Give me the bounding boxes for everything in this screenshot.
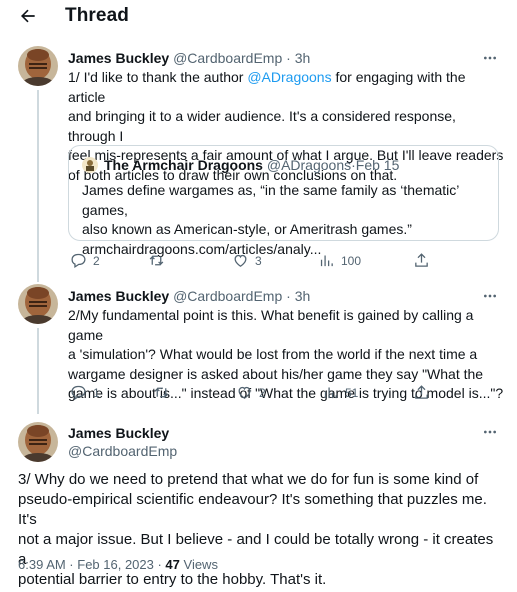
quote-text-line: also known as American-style, or Ameritr…	[82, 221, 412, 237]
tweet-actions: 1 2 51	[0, 384, 517, 404]
views-count: 100	[341, 253, 362, 268]
author-handle[interactable]: @CardboardEmp	[173, 50, 282, 66]
like-count: 2	[259, 385, 266, 400]
more-button[interactable]	[480, 286, 500, 306]
reply-button[interactable]: 2	[70, 252, 100, 269]
reply-button[interactable]: 1	[70, 384, 100, 401]
views-count: 51	[345, 385, 359, 400]
tweet-header: James Buckley @CardboardEmp	[68, 424, 177, 460]
tweet-text-line: 3/ Why do we need to pretend that what w…	[18, 471, 479, 488]
tweet-header: James Buckley @CardboardEmp · 3h	[68, 50, 310, 66]
back-arrow-icon	[21, 9, 35, 23]
thread-header: Thread	[0, 0, 517, 34]
tweet-text-line: wargame designer is asked about his/her …	[68, 365, 484, 382]
like-count: 3	[255, 253, 262, 268]
more-icon	[484, 294, 496, 298]
tweet-text-line: a 'simulation'? What would be lost from …	[68, 346, 478, 362]
reply-icon	[71, 253, 86, 269]
more-button[interactable]	[480, 422, 500, 442]
like-icon	[238, 386, 251, 399]
share-button[interactable]	[413, 252, 430, 269]
avatar[interactable]	[18, 422, 58, 462]
views-label: Views	[179, 557, 218, 572]
avatar-image	[18, 46, 58, 86]
quote-body: James define wargames as, “in the same f…	[82, 181, 492, 259]
retweet-button[interactable]	[148, 252, 171, 269]
share-button[interactable]	[413, 384, 430, 401]
tweet-text-segment: 1/ I'd like to thank the author	[68, 69, 248, 85]
reply-icon	[71, 385, 86, 401]
tweet-body: 3/ Why do we need to pretend that what w…	[18, 470, 502, 590]
share-icon	[415, 253, 428, 267]
avatar-image	[18, 284, 58, 324]
tweet-text-line: and bringing it to a wider audience. It'…	[68, 108, 456, 144]
quote-author-name: The Armchair Dragoons	[104, 157, 263, 173]
tweet-text-line: pseudo-empirical scientific endeavour? I…	[18, 491, 487, 528]
more-icon	[484, 430, 496, 434]
retweet-icon	[154, 387, 169, 398]
tweet-timestamp: 6:39 AM · Feb 16, 2023 · 47 Views	[18, 557, 218, 572]
like-button[interactable]: 3	[232, 252, 262, 269]
tweet-time[interactable]: 3h	[295, 50, 311, 66]
quote-date: Feb 15	[355, 157, 400, 173]
page-title: Thread	[65, 5, 129, 26]
share-icon	[415, 385, 428, 399]
author-name[interactable]: James Buckley	[68, 424, 177, 442]
avatar-image	[18, 422, 58, 462]
quoted-tweet[interactable]: The Armchair Dragoons @ADragoons · Feb 1…	[68, 145, 499, 257]
avatar[interactable]	[18, 46, 58, 86]
meta-separator: ·	[282, 288, 295, 304]
meta-separator: ·	[282, 50, 295, 66]
timestamp-text[interactable]: 6:39 AM · Feb 16, 2023 ·	[18, 557, 165, 572]
reply-count: 2	[93, 253, 100, 268]
back-button[interactable]	[16, 4, 40, 28]
retweet-button[interactable]	[153, 384, 176, 401]
quote-text-line: James define wargames as, “in the same f…	[82, 182, 459, 218]
quote-avatar	[82, 157, 98, 173]
like-icon	[234, 254, 247, 267]
quote-header: The Armchair Dragoons @ADragoons · Feb 1…	[82, 157, 399, 173]
more-icon	[484, 56, 496, 60]
tweet-time[interactable]: 3h	[295, 288, 311, 304]
quote-author-handle: @ADragoons	[266, 157, 352, 173]
tweet-text-line: 2/My fundamental point is this. What ben…	[68, 307, 474, 343]
author-name[interactable]: James Buckley	[68, 50, 169, 66]
retweet-icon	[149, 255, 164, 266]
more-button[interactable]	[480, 48, 500, 68]
author-name[interactable]: James Buckley	[68, 288, 169, 304]
tweet-actions: 2 3 100	[0, 252, 517, 272]
mention-link[interactable]: @ADragoons	[247, 69, 331, 85]
author-handle[interactable]: @CardboardEmp	[68, 442, 177, 460]
reply-count: 1	[93, 385, 100, 400]
views-button[interactable]: 100	[318, 252, 361, 269]
views-total: 47	[165, 557, 180, 572]
tweet-header: James Buckley @CardboardEmp · 3h	[68, 288, 310, 304]
avatar[interactable]	[18, 284, 58, 324]
views-icon	[320, 255, 333, 267]
tweet-text-line: potential barrier to entry to the hobby.…	[18, 571, 327, 588]
views-button[interactable]: 51	[322, 384, 358, 401]
author-handle[interactable]: @CardboardEmp	[173, 288, 282, 304]
views-icon	[324, 387, 337, 399]
like-button[interactable]: 2	[236, 384, 266, 401]
